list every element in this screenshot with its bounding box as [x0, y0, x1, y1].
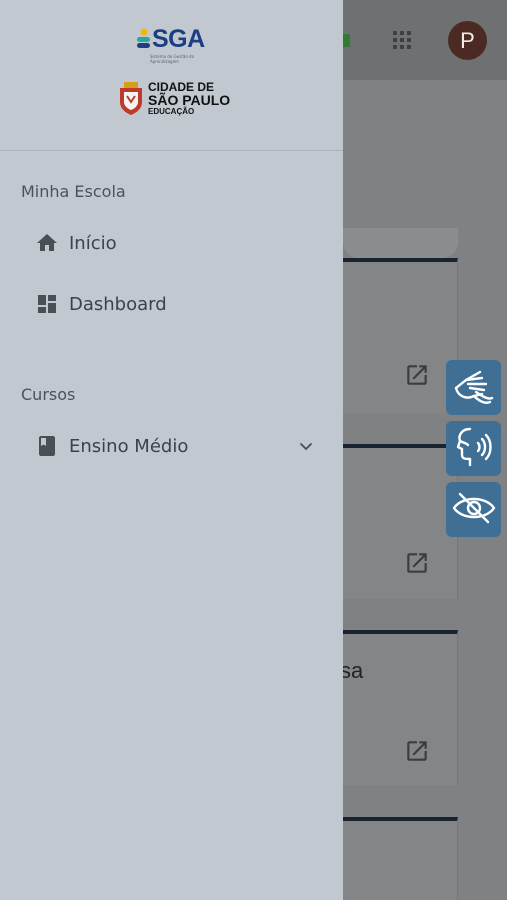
section-title-minha-escola: Minha Escola [21, 182, 126, 201]
avatar[interactable]: P [448, 21, 487, 60]
open-external-icon[interactable] [404, 362, 430, 388]
open-external-icon[interactable] [404, 738, 430, 764]
dashboard-icon [37, 294, 57, 314]
city-seal-icon [118, 81, 144, 116]
sga-logo-text: SGA [152, 25, 205, 53]
nav-item-inicio[interactable]: Início [0, 219, 343, 267]
sga-logo-subtitle: Sistema de Gestão da Aprendizagem [150, 54, 195, 64]
sign-language-button[interactable] [446, 360, 501, 415]
sao-paulo-logo: CIDADE DE SÃO PAULO EDUCAÇÃO [118, 81, 230, 116]
apps-grid-icon[interactable] [393, 31, 411, 49]
sao-paulo-logo-line2: SÃO PAULO [148, 92, 231, 108]
visual-contrast-icon [452, 490, 496, 530]
nav-item-label: Dashboard [69, 293, 167, 315]
sao-paulo-logo-line3: EDUCAÇÃO [148, 107, 195, 116]
visual-contrast-button[interactable] [446, 482, 501, 537]
sga-logo: SGA [137, 26, 205, 52]
nav-item-dashboard[interactable]: Dashboard [0, 280, 343, 328]
nav-item-label: Início [69, 232, 117, 254]
open-external-icon[interactable] [404, 550, 430, 576]
sga-logo-mark [137, 28, 151, 50]
chevron-down-icon[interactable] [298, 438, 314, 454]
course-card-title: sa [340, 658, 364, 683]
nav-item-label: Ensino Médio [69, 435, 189, 457]
navigation-drawer: SGA Sistema de Gestão da Aprendizagem CI… [0, 0, 343, 900]
home-icon [37, 233, 57, 253]
background-banner [343, 228, 458, 258]
nav-item-ensino-medio[interactable]: Ensino Médio [0, 422, 343, 470]
book-icon [37, 436, 57, 456]
section-title-cursos: Cursos [21, 385, 76, 404]
voice-reader-button[interactable] [446, 421, 501, 476]
voice-reader-icon [452, 425, 496, 473]
drawer-header: SGA Sistema de Gestão da Aprendizagem CI… [0, 0, 343, 151]
sign-language-icon [452, 366, 496, 410]
